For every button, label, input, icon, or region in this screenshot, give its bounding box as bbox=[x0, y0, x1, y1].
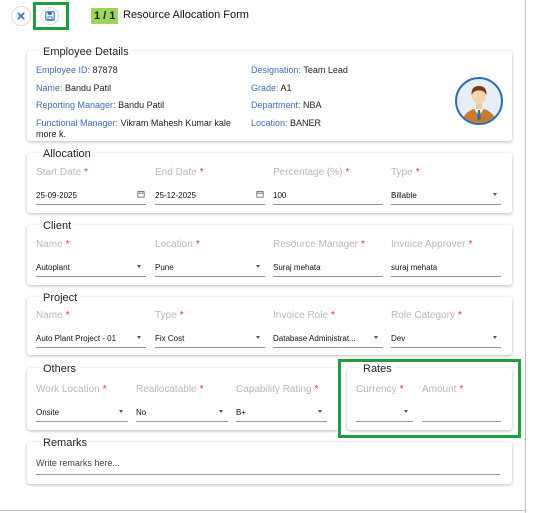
chevron-down-icon bbox=[119, 410, 123, 413]
chevron-down-icon bbox=[137, 265, 141, 268]
chevron-down-icon bbox=[493, 193, 497, 196]
resource-manager-value: Suraj mehata bbox=[273, 263, 321, 272]
close-button[interactable] bbox=[11, 6, 31, 26]
reallocatable-value: No bbox=[136, 408, 147, 417]
calendar-icon[interactable] bbox=[137, 190, 145, 198]
chevron-down-icon bbox=[137, 336, 141, 339]
location: Location: BANER bbox=[251, 118, 322, 128]
capability-rating-value: B+ bbox=[236, 408, 247, 417]
chevron-down-icon bbox=[374, 336, 378, 339]
invoice-role-value: Database Administrat... bbox=[273, 334, 356, 343]
department: Department: NBA bbox=[251, 100, 322, 110]
chevron-down-icon bbox=[318, 410, 322, 413]
project-type-value: Fix Cost bbox=[155, 334, 185, 343]
grade: Grade: A1 bbox=[251, 83, 292, 93]
designation: Designation: Team Lead bbox=[251, 65, 348, 75]
section-title-project: Project bbox=[41, 292, 80, 304]
avatar bbox=[455, 77, 503, 125]
window-border-bottom bbox=[0, 510, 526, 511]
functional-manager: Functional Manager: Vikram Mahesh Kumar … bbox=[36, 118, 231, 139]
employee-id: Employee ID: 87878 bbox=[36, 65, 118, 75]
allocation-type-value: Billable bbox=[391, 191, 417, 200]
remarks-underline bbox=[36, 474, 500, 475]
reporting-manager: Reporting Manager: Bandu Patil bbox=[36, 100, 165, 110]
end-date-value: 25-12-2025 bbox=[155, 191, 196, 200]
top-bar: 1 / 1 Resource Allocation Form bbox=[0, 0, 525, 33]
employee-name: Name: Bandu Patil bbox=[36, 83, 112, 93]
section-title-remarks: Remarks bbox=[41, 437, 90, 449]
section-title-others: Others bbox=[41, 363, 79, 375]
chevron-down-icon bbox=[256, 265, 260, 268]
chevron-down-icon bbox=[219, 410, 223, 413]
percentage-value: 100 bbox=[273, 191, 287, 200]
section-title-client: Client bbox=[41, 220, 74, 232]
remarks-input[interactable]: Write remarks here... bbox=[36, 458, 120, 468]
section-title-employee: Employee Details bbox=[41, 46, 131, 58]
client-name-value: Autoplant bbox=[36, 263, 70, 272]
chevron-down-icon bbox=[493, 336, 497, 339]
client-location-value: Pune bbox=[155, 263, 174, 272]
page-counter: 1 / 1 bbox=[91, 8, 119, 24]
close-icon bbox=[17, 12, 25, 20]
chevron-down-icon bbox=[256, 336, 260, 339]
calendar-icon[interactable] bbox=[256, 190, 264, 198]
save-button[interactable] bbox=[41, 7, 59, 25]
start-date-value: 25-09-2025 bbox=[36, 191, 77, 200]
section-title-allocation: Allocation bbox=[41, 148, 93, 160]
form-title: Resource Allocation Form bbox=[123, 9, 249, 21]
project-name-value: Auto Plant Project - 01 bbox=[36, 334, 117, 343]
save-icon bbox=[45, 11, 55, 21]
role-category-value: Dev bbox=[391, 334, 406, 343]
invoice-approver-value: suraj mehata bbox=[391, 263, 438, 272]
work-location-value: Onsite bbox=[36, 408, 60, 417]
window-border-right bbox=[525, 0, 526, 513]
rates-highlight-box bbox=[338, 359, 521, 438]
